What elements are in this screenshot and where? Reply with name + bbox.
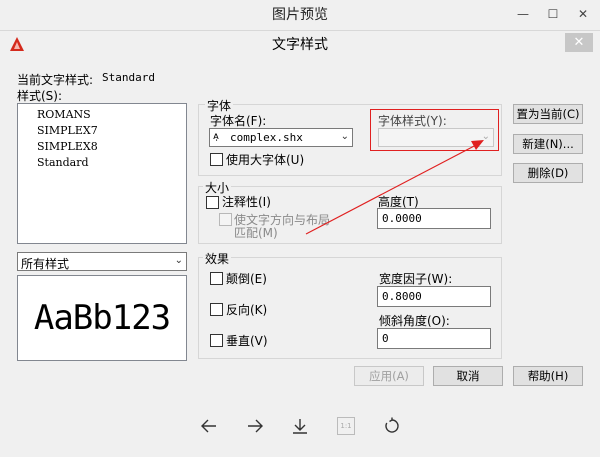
download-icon — [293, 419, 307, 434]
actual-size-button[interactable]: 1:1 — [332, 412, 360, 440]
rotate-icon — [385, 417, 399, 433]
arrow-left-icon — [201, 419, 216, 433]
annotation-arrow-icon — [305, 140, 484, 235]
arrow-right-icon — [248, 419, 263, 433]
actual-size-icon: 1:1 — [337, 417, 355, 435]
rotate-button[interactable] — [378, 412, 406, 440]
next-button[interactable] — [241, 412, 269, 440]
previous-button[interactable] — [195, 412, 223, 440]
download-button[interactable] — [286, 412, 314, 440]
